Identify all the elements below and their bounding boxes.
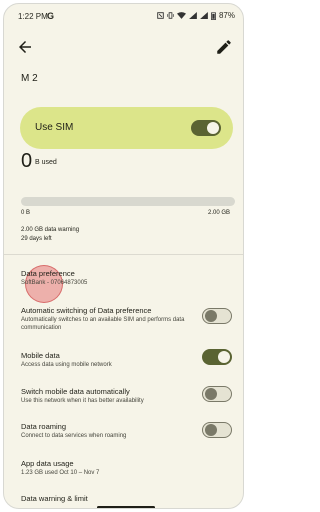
auto-switch-toggle[interactable] [202, 308, 232, 324]
battery-icon [211, 11, 216, 20]
data-roaming-toggle[interactable] [202, 422, 232, 438]
use-sim-toggle[interactable] [191, 120, 221, 136]
status-time: 1:22 PM [18, 12, 48, 21]
days-left-text: 29 days left [21, 236, 52, 242]
screen: 1:22 PM G 87% M 2 Use SIM 0 B used 0 B 2… [3, 3, 244, 509]
row-title: Automatic switching of Data preference [21, 306, 152, 315]
signal-icon [189, 12, 197, 19]
usage-value: 0 [21, 150, 33, 172]
usage-min-label: 0 B [21, 210, 31, 216]
use-sim-card[interactable]: Use SIM [20, 107, 233, 149]
battery-level: 87% [218, 11, 235, 20]
data-roaming-row[interactable]: Data roaming Connect to data services wh… [21, 422, 201, 440]
google-icon: G [47, 11, 55, 21]
data-warning-text: 2.00 GB data warning [21, 227, 80, 233]
usage-bar [21, 197, 235, 206]
row-subtitle: 1.23 GB used Oct 10 – Nov 7 [21, 470, 100, 476]
usage-unit: B used [35, 159, 57, 166]
toggle-knob [205, 388, 217, 400]
vibrate-icon [167, 12, 174, 19]
row-title: Data warning & limit [21, 494, 88, 503]
row-title: Switch mobile data automatically [21, 387, 130, 396]
use-sim-label: Use SIM [35, 122, 74, 133]
usage-max-label: 2.00 GB [207, 210, 230, 216]
usage-info: 2.00 GB data warning 29 days left [21, 226, 79, 244]
row-subtitle: Automatically switches to an available S… [21, 317, 185, 331]
nfc-icon [157, 12, 164, 19]
row-subtitle: Use this network when it has better avai… [21, 398, 144, 404]
row-title: Mobile data [21, 351, 60, 360]
row-title: Data preference [21, 269, 75, 278]
toggle-knob [207, 122, 219, 134]
toggle-knob [205, 424, 217, 436]
mobile-data-toggle[interactable] [202, 349, 232, 365]
data-warning-limit-row[interactable]: Data warning & limit [21, 494, 201, 504]
row-title: App data usage [21, 459, 74, 468]
divider [4, 254, 243, 255]
edit-pencil-icon[interactable] [215, 38, 233, 56]
gesture-bar[interactable] [97, 506, 155, 508]
auto-switch-preference-row[interactable]: Automatic switching of Data preference A… [21, 306, 201, 332]
phone-frame: 1:22 PM G 87% M 2 Use SIM 0 B used 0 B 2… [0, 0, 247, 512]
page-title: M 2 [21, 73, 38, 84]
status-bar: 1:22 PM G 87% [4, 4, 243, 28]
status-icons: 87% [157, 11, 235, 20]
back-arrow-icon[interactable] [16, 38, 34, 56]
signal-2-icon [200, 12, 208, 19]
row-title: Data roaming [21, 422, 67, 431]
data-preference-row[interactable]: Data preference SoftBank - 07064873005 [21, 269, 201, 287]
app-bar [4, 36, 243, 60]
row-subtitle: Access data using mobile network [21, 362, 112, 368]
mobile-data-row[interactable]: Mobile data Access data using mobile net… [21, 351, 201, 369]
app-data-usage-row[interactable]: App data usage 1.23 GB used Oct 10 – Nov… [21, 459, 201, 477]
switch-mobile-data-toggle[interactable] [202, 386, 232, 402]
toggle-knob [205, 310, 217, 322]
row-subtitle: SoftBank - 07064873005 [21, 280, 88, 286]
switch-mobile-data-row[interactable]: Switch mobile data automatically Use thi… [21, 387, 201, 405]
toggle-knob [218, 351, 230, 363]
row-subtitle: Connect to data services when roaming [21, 433, 127, 439]
wifi-icon [176, 12, 186, 19]
